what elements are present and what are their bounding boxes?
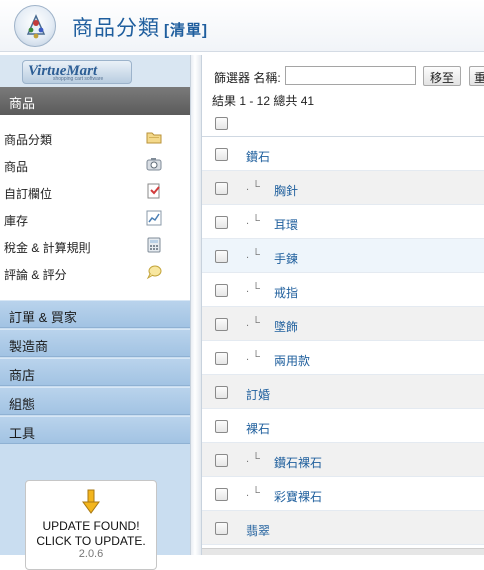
row-checkbox[interactable] [215,250,228,263]
main-content: 篩選器 名稱: 移至 重 結果 1 - 12 總共 41 鑽石 . └ 胸針 . └ 耳… [202,55,484,555]
category-name-link[interactable]: 鑽石裸石 [274,454,322,471]
sidebar-section-products[interactable]: 商品 [0,87,190,115]
row-checkbox[interactable] [215,148,228,161]
sidebar-section-shop[interactable]: 商店 [0,358,190,386]
table-row: . └ 戒指 [202,273,484,307]
sidebar-section-configuration[interactable]: 組態 [0,387,190,415]
page-title-text: 商品分類 [72,17,160,40]
row-checkbox[interactable] [215,420,228,433]
category-name-link[interactable]: 鑽石 [246,148,270,165]
sidebar-item-label: 庫存 [4,214,29,228]
chart-icon [146,210,162,226]
folder-icon [146,129,162,145]
category-name-link[interactable]: 裸石 [246,420,270,437]
row-checkbox[interactable] [215,386,228,399]
sidebar-item-categories[interactable]: 商品分類 [0,125,190,151]
tree-indent-marker: . └ [246,487,260,499]
download-arrow-icon [81,489,101,518]
table-row: . └ 鑽石裸石 [202,443,484,477]
update-notice[interactable]: UPDATE FOUND! CLICK TO UPDATE. 2.0.6 [25,480,157,570]
custom-fields-icon [146,183,162,199]
tree-indent-marker: . └ [246,249,260,261]
update-version: 2.0.6 [78,548,104,560]
tree-indent-marker: . └ [246,317,260,329]
table-row: . └ 耳環 [202,205,484,239]
table-row: . └ 墜飾 [202,307,484,341]
sidebar-section-tools[interactable]: 工具 [0,416,190,444]
table-row: . └ 手鍊 [202,239,484,273]
sidebar: VirtueMart shopping cart software 商品 商品分… [0,55,190,570]
row-checkbox[interactable] [215,182,228,195]
category-logo-icon [14,5,56,47]
sidebar-item-label: 商品 [4,160,29,174]
camera-icon [146,156,162,172]
table-row: . └ 兩用款 [202,341,484,375]
click-to-update-text: CLICK TO UPDATE. [36,534,146,548]
sidebar-splitter[interactable] [190,55,202,555]
reset-button[interactable]: 重 [469,66,484,86]
virtuemart-logo[interactable]: VirtueMart shopping cart software [0,55,190,87]
category-name-link[interactable]: 兩用款 [274,352,310,369]
sidebar-item-reviews[interactable]: 評論 & 評分 [0,260,190,286]
table-row: 鑽石 [202,137,484,171]
sidebar-item-label: 自訂欄位 [4,187,53,201]
category-name-link[interactable]: 戒指 [274,284,298,301]
tree-indent-marker: . └ [246,215,260,227]
category-name-link[interactable]: 翡翠 [246,522,270,539]
calculator-icon [146,237,162,253]
virtuemart-logo-tagline: shopping cart software [53,76,104,82]
speech-bubble-icon [146,264,162,280]
row-checkbox[interactable] [215,352,228,365]
row-checkbox[interactable] [215,488,228,501]
go-button[interactable]: 移至 [423,66,462,86]
page-header: 商品分類 [清單] [0,0,484,52]
sidebar-item-inventory[interactable]: 庫存 [0,206,190,232]
update-found-text: UPDATE FOUND! [42,519,140,533]
filter-name-input[interactable] [285,66,416,85]
row-checkbox[interactable] [215,522,228,535]
category-name-link[interactable]: 手鍊 [274,250,298,267]
category-name-link[interactable]: 訂婚 [246,386,270,403]
sidebar-submenu: 商品分類 商品 自訂欄位 庫存 稅金 & 計算規則 評論 & 評分 [0,115,190,300]
tree-indent-marker: . └ [246,283,260,295]
tree-indent-marker: . └ [246,351,260,363]
sidebar-section-manufacturers[interactable]: 製造商 [0,329,190,357]
horizontal-scrollbar[interactable] [202,548,484,555]
sidebar-item-tax-rules[interactable]: 稅金 & 計算規則 [0,233,190,259]
table-row: 翡翠 [202,511,484,545]
sidebar-item-label: 商品分類 [4,133,53,147]
sidebar-section-orders[interactable]: 訂單 & 買家 [0,300,190,328]
tree-indent-marker: . └ [246,453,260,465]
row-checkbox[interactable] [215,454,228,467]
sidebar-item-label: 評論 & 評分 [4,268,67,282]
page-subtitle: [清單] [164,22,208,39]
table-row: . └ 胸針 [202,171,484,205]
tree-indent-marker: . └ [246,181,260,193]
row-checkbox[interactable] [215,284,228,297]
category-name-link[interactable]: 彩寶裸石 [274,488,322,505]
table-row: 訂婚 [202,375,484,409]
sidebar-item-products[interactable]: 商品 [0,152,190,178]
table-header-row [202,110,484,137]
sidebar-item-custom-fields[interactable]: 自訂欄位 [0,179,190,205]
table-row: . └ 彩寶裸石 [202,477,484,511]
row-checkbox[interactable] [215,216,228,229]
category-name-link[interactable]: 墜飾 [274,318,298,335]
category-name-link[interactable]: 胸針 [274,182,298,199]
filter-label: 篩選器 名稱: [214,71,281,85]
select-all-checkbox[interactable] [215,117,228,130]
row-checkbox[interactable] [215,318,228,331]
page-title: 商品分類 [清單] [72,12,208,42]
virtuemart-logo-badge: VirtueMart shopping cart software [22,60,132,84]
category-name-link[interactable]: 耳環 [274,216,298,233]
sidebar-item-label: 稅金 & 計算規則 [4,241,91,255]
result-count: 結果 1 - 12 總共 41 [212,94,315,108]
table-row: 裸石 [202,409,484,443]
